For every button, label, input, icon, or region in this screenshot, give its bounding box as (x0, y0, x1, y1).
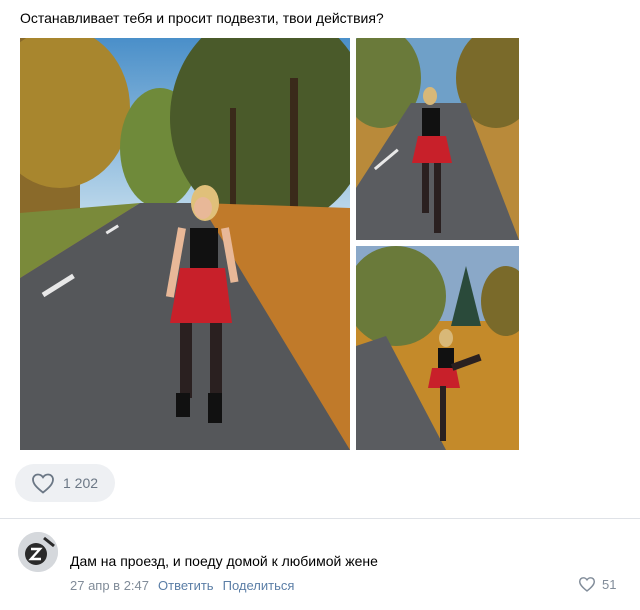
comment-like-button[interactable]: 51 (578, 576, 616, 592)
post-photo-kick[interactable] (356, 246, 519, 450)
comment-avatar[interactable] (18, 532, 58, 572)
comment-date[interactable]: 27 апр в 2:47 (70, 578, 149, 593)
comment-text: Дам на проезд, и поеду домой к любимой ж… (70, 553, 378, 569)
reply-link[interactable]: Ответить (158, 578, 214, 593)
heart-outline-icon (32, 473, 54, 494)
post-text: Останавливает тебя и просит подвезти, тв… (20, 10, 384, 26)
heart-outline-icon (578, 577, 596, 592)
photo-girl-back-view-image (356, 38, 519, 240)
post-photo-main[interactable] (20, 38, 350, 450)
comment-meta: 27 апр в 2:47 Ответить Поделиться (70, 578, 294, 593)
post-photo-back[interactable] (356, 38, 519, 240)
avatar-image (18, 532, 58, 572)
share-link[interactable]: Поделиться (223, 578, 295, 593)
comment-like-count: 51 (602, 576, 617, 592)
like-button[interactable]: 1 202 (15, 464, 115, 502)
photo-girl-on-road-image (20, 38, 350, 450)
like-count: 1 202 (63, 475, 99, 491)
photo-girl-leg-up-image (356, 246, 519, 450)
divider (0, 518, 640, 519)
